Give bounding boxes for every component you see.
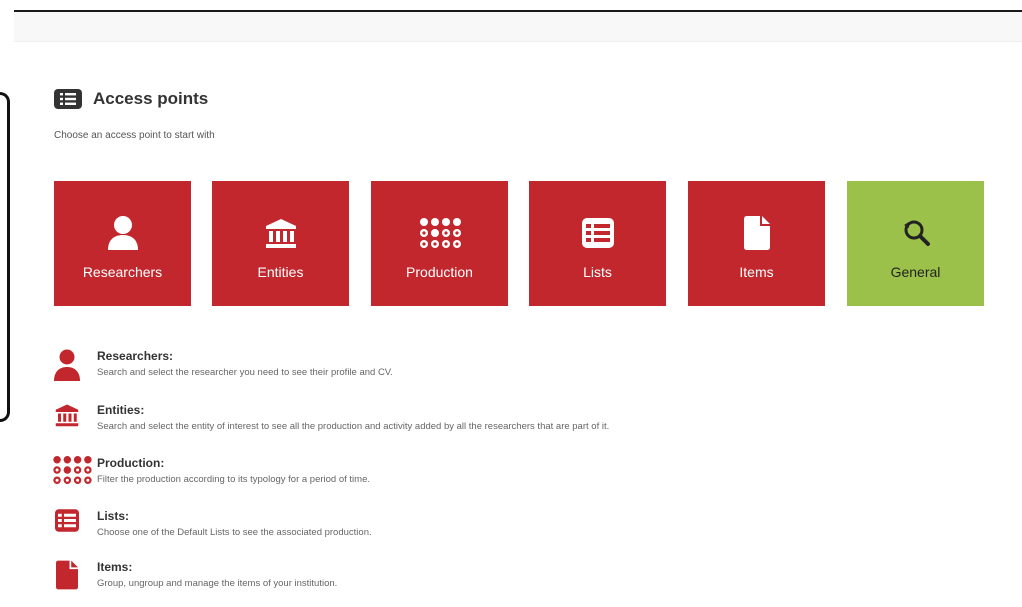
description-text: Search and select the researcher you nee…	[97, 367, 393, 378]
file-icon	[52, 560, 82, 592]
tile-label: Items	[739, 264, 774, 280]
description-title: Entities:	[97, 403, 145, 417]
tile-general[interactable]: General	[847, 181, 984, 306]
description-title: Researchers:	[97, 349, 174, 363]
dots-grid-icon	[52, 456, 92, 488]
file-icon	[688, 215, 825, 251]
institution-icon	[52, 403, 82, 435]
side-panel-frame	[0, 92, 10, 422]
tile-label: Entities	[257, 264, 304, 280]
tile-production[interactable]: Production	[371, 181, 508, 306]
tile-items[interactable]: Items	[688, 181, 825, 306]
list-icon	[54, 89, 82, 109]
page-subtitle: Choose an access point to start with	[54, 130, 215, 141]
search-history-icon	[847, 215, 984, 251]
top-bar	[14, 12, 1022, 42]
institution-icon	[212, 215, 349, 251]
tile-entities[interactable]: Entities	[212, 181, 349, 306]
description-title: Lists:	[97, 509, 130, 523]
tile-label: Lists	[583, 264, 612, 280]
page-header: Access points	[54, 89, 208, 109]
description-title: Items:	[97, 560, 133, 574]
tile-lists[interactable]: Lists	[529, 181, 666, 306]
description-text: Choose one of the Default Lists to see t…	[97, 527, 372, 538]
tile-label: Researchers	[82, 264, 163, 280]
user-icon	[52, 349, 82, 381]
user-icon	[54, 215, 191, 251]
dots-grid-icon	[371, 215, 508, 251]
page-title: Access points	[93, 89, 209, 108]
list-icon	[529, 215, 666, 251]
tile-researchers[interactable]: Researchers	[54, 181, 191, 306]
tile-label: Production	[406, 264, 473, 280]
description-text: Filter the production according to its t…	[97, 474, 370, 485]
description-title: Production:	[97, 456, 165, 470]
tile-label: General	[890, 264, 941, 280]
description-text: Search and select the entity of interest…	[97, 421, 610, 432]
list-icon	[52, 509, 82, 541]
description-text: Group, ungroup and manage the items of y…	[97, 578, 338, 589]
